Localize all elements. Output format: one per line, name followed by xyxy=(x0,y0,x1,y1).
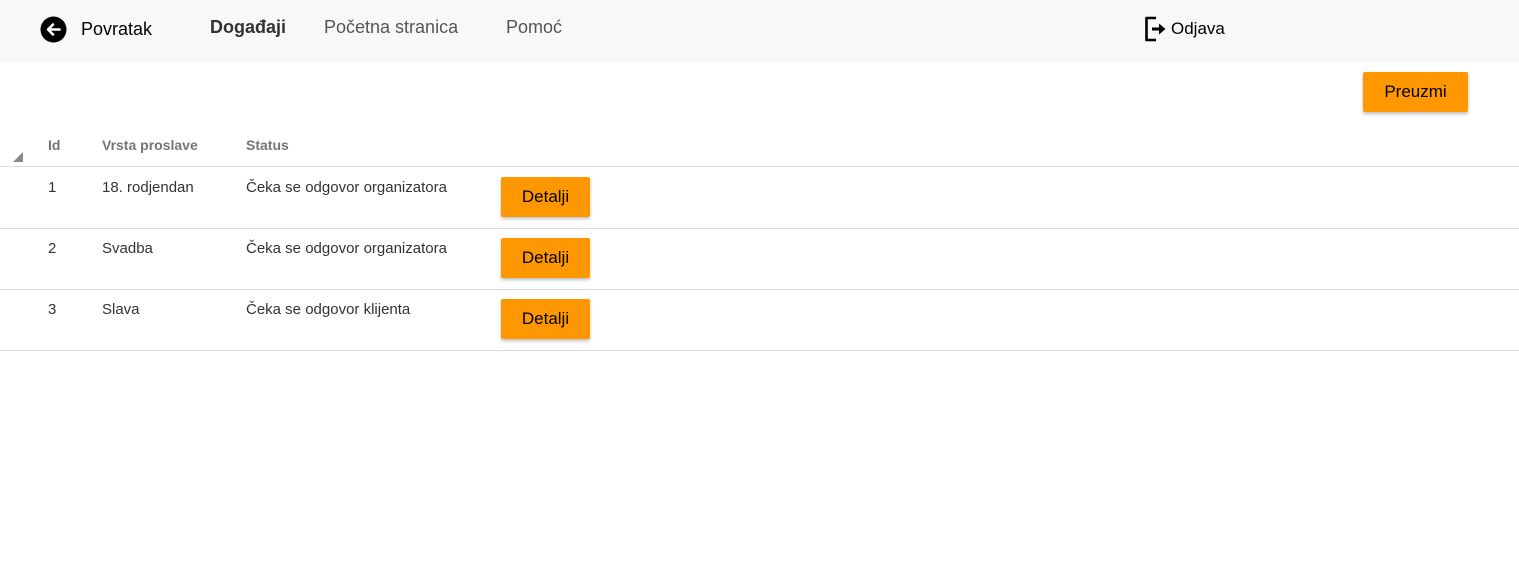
back-label: Povratak xyxy=(81,18,153,39)
back-link[interactable]: Povratak xyxy=(40,15,152,43)
download-button[interactable]: Preuzmi xyxy=(1363,72,1468,112)
cell-status: Čeka se odgovor organizatora xyxy=(246,240,447,257)
nav-item-home[interactable]: Početna stranica xyxy=(324,17,458,38)
cell-id: 3 xyxy=(48,301,57,318)
top-navigation-bar: Povratak Događaji Početna stranica Pomoć… xyxy=(0,0,1519,62)
arrow-left-circle-icon xyxy=(40,16,67,43)
column-header-id[interactable]: Id xyxy=(48,137,60,153)
logout-link[interactable]: Odjava xyxy=(1143,14,1225,44)
cell-celebration-type: Svadba xyxy=(102,240,153,257)
cell-celebration-type: 18. rodjendan xyxy=(102,179,194,196)
cell-status: Čeka se odgovor organizatora xyxy=(246,179,447,196)
nav-item-events[interactable]: Događaji xyxy=(210,17,286,38)
sort-indicator-icon[interactable] xyxy=(12,150,24,162)
row-divider xyxy=(0,289,1519,290)
cell-id: 1 xyxy=(48,179,57,196)
details-button[interactable]: Detalji xyxy=(501,238,590,278)
nav-item-help[interactable]: Pomoć xyxy=(506,17,562,38)
cell-status: Čeka se odgovor klijenta xyxy=(246,301,411,318)
logout-icon xyxy=(1143,15,1169,43)
cell-id: 2 xyxy=(48,240,57,257)
cell-celebration-type: Slava xyxy=(102,301,140,318)
logout-label: Odjava xyxy=(1171,19,1225,38)
column-header-status[interactable]: Status xyxy=(246,137,289,153)
column-header-celebration-type[interactable]: Vrsta proslave xyxy=(102,137,198,153)
details-button[interactable]: Detalji xyxy=(501,177,590,217)
details-button[interactable]: Detalji xyxy=(501,299,590,339)
table-header-divider xyxy=(0,166,1519,167)
row-divider xyxy=(0,350,1519,351)
row-divider xyxy=(0,228,1519,229)
